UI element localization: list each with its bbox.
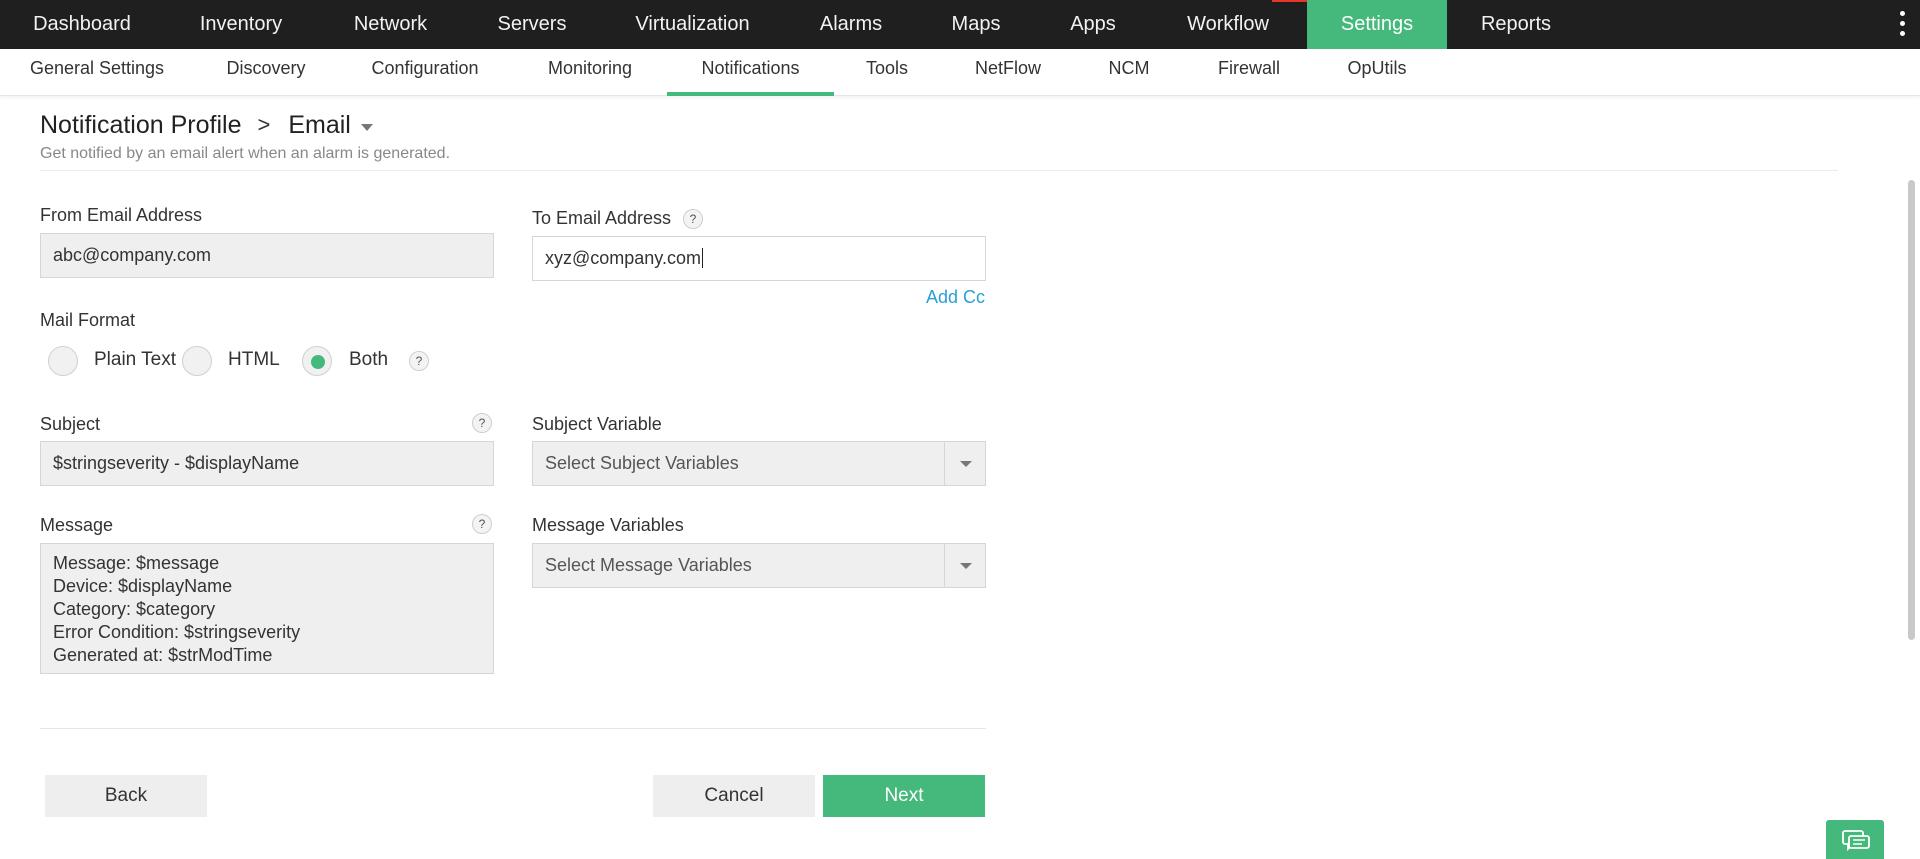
from-email-label: From Email Address <box>40 205 203 225</box>
chevron-down-icon[interactable] <box>944 544 985 587</box>
nav-workflow[interactable]: Workflow <box>1170 0 1286 49</box>
nav-alarms[interactable]: Alarms <box>806 0 896 49</box>
subject-label: Subject <box>40 414 101 434</box>
radio-html-label: HTML <box>228 349 280 370</box>
chat-button[interactable] <box>1826 820 1884 859</box>
add-cc-link[interactable]: Add Cc <box>926 287 985 308</box>
divider <box>40 170 1838 171</box>
nav-settings[interactable]: Settings <box>1307 0 1447 49</box>
tab-discovery[interactable]: Discovery <box>217 49 315 96</box>
subject-variable-placeholder: Select Subject Variables <box>545 453 739 473</box>
from-email-field[interactable]: abc@company.com <box>40 233 494 278</box>
radio-plain-text[interactable] <box>48 346 78 376</box>
tab-monitoring[interactable]: Monitoring <box>534 49 646 96</box>
scrollbar[interactable] <box>1908 180 1915 640</box>
subject-variable-select[interactable]: Select Subject Variables <box>532 441 986 486</box>
to-email-field[interactable]: xyz@company.com <box>532 236 986 281</box>
message-line: Error Condition: $stringseverity <box>53 622 301 642</box>
mail-format-label: Mail Format <box>40 310 136 330</box>
subject-variable-label: Subject Variable <box>532 414 662 434</box>
to-email-help-icon[interactable]: ? <box>683 209 703 229</box>
message-textarea[interactable]: Message: $message Device: $displayName C… <box>40 543 494 674</box>
breadcrumb-current: Email <box>288 110 351 139</box>
radio-plain-text-label: Plain Text <box>94 349 177 370</box>
tab-netflow[interactable]: NetFlow <box>965 49 1051 96</box>
chat-icon <box>1842 830 1870 852</box>
tab-ncm[interactable]: NCM <box>1100 49 1158 96</box>
message-line: Message: $message <box>53 553 220 573</box>
message-variables-label: Message Variables <box>532 515 684 535</box>
nav-virtualization[interactable]: Virtualization <box>617 0 768 49</box>
page-subtitle: Get notified by an email alert when an a… <box>40 145 451 162</box>
nav-reports[interactable]: Reports <box>1474 0 1558 49</box>
nav-apps[interactable]: Apps <box>1053 0 1133 49</box>
subject-help-icon[interactable]: ? <box>472 413 492 433</box>
tab-oputils[interactable]: OpUtils <box>1340 49 1414 96</box>
nav-maps[interactable]: Maps <box>936 0 1016 49</box>
message-help-icon[interactable]: ? <box>472 514 492 534</box>
subject-field[interactable]: $stringseverity - $displayName <box>40 441 494 486</box>
to-email-value: xyz@company.com <box>545 248 701 268</box>
cancel-button[interactable]: Cancel <box>653 775 815 817</box>
to-email-label: To Email Address <box>532 208 672 228</box>
message-variables-placeholder: Select Message Variables <box>545 555 752 575</box>
message-line: Generated at: $strModTime <box>53 645 273 665</box>
message-label: Message <box>40 515 114 535</box>
breadcrumb: Notification Profile > Email <box>40 108 373 142</box>
tab-notifications[interactable]: Notifications <box>667 49 834 96</box>
mail-format-help-icon[interactable]: ? <box>409 351 429 371</box>
breadcrumb-separator-icon: > <box>257 112 271 137</box>
chevron-down-icon[interactable] <box>360 123 373 131</box>
nav-dashboard[interactable]: Dashboard <box>14 0 150 49</box>
next-button[interactable]: Next <box>823 775 985 817</box>
radio-both[interactable] <box>302 346 332 376</box>
top-nav: Dashboard Inventory Network Servers Virt… <box>0 0 1920 49</box>
back-button[interactable]: Back <box>45 775 207 817</box>
divider <box>40 728 986 729</box>
settings-sub-nav: General Settings Discovery Configuration… <box>0 49 1920 96</box>
radio-both-label: Both <box>349 349 389 370</box>
tab-general-settings[interactable]: General Settings <box>24 49 170 96</box>
breadcrumb-parent[interactable]: Notification Profile <box>40 111 241 140</box>
nav-network[interactable]: Network <box>340 0 441 49</box>
tab-tools[interactable]: Tools <box>858 49 916 96</box>
nav-inventory[interactable]: Inventory <box>181 0 301 49</box>
message-variables-select[interactable]: Select Message Variables <box>532 543 986 588</box>
message-line: Category: $category <box>53 599 216 619</box>
radio-html[interactable] <box>182 346 212 376</box>
nav-servers[interactable]: Servers <box>483 0 581 49</box>
tab-configuration[interactable]: Configuration <box>362 49 488 96</box>
message-line: Device: $displayName <box>53 576 233 596</box>
kebab-menu-icon[interactable] <box>1898 11 1906 39</box>
tab-firewall[interactable]: Firewall <box>1211 49 1287 96</box>
chevron-down-icon[interactable] <box>944 442 985 485</box>
